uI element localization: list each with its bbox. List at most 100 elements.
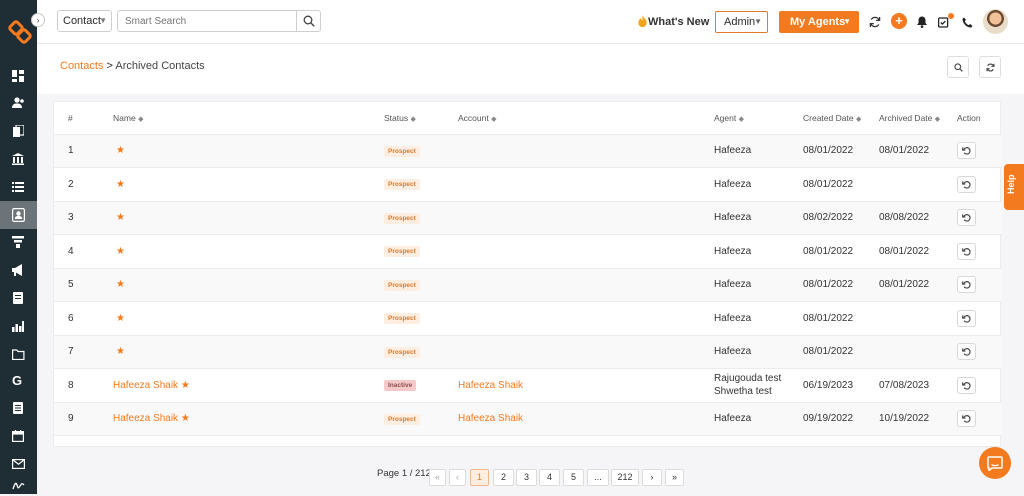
star-icon[interactable]: ★ [116,246,125,257]
contacts-icon[interactable] [0,201,37,229]
restore-button[interactable] [957,175,976,193]
star-icon[interactable]: ★ [116,279,125,290]
status-badge: Inactive [384,380,417,392]
restore-button[interactable] [957,142,976,160]
action-cell [957,167,1002,202]
last-page-button[interactable]: » [665,469,684,486]
restore-button[interactable] [957,276,976,294]
column-header-agent[interactable]: Agent ◆ [714,102,803,135]
search-button[interactable] [296,10,321,32]
module-select[interactable]: Contact ▼ [57,10,112,32]
breadcrumb: Contacts > Archived Contacts [60,60,205,72]
sort-icon: ◆ [855,115,862,123]
mail-icon[interactable] [8,454,28,474]
account-link[interactable]: Hafeeza Shaik [458,380,523,391]
action-cell [957,134,1002,168]
action-cell [957,368,1002,403]
chat-button[interactable] [979,447,1011,479]
star-icon[interactable]: ★ [116,179,125,190]
account-link[interactable]: Hafeeza Shaik [458,413,523,424]
table-search-button[interactable] [947,56,969,78]
restore-button[interactable] [957,376,976,394]
google-icon[interactable]: G [8,370,28,390]
agent-cell: Hafeeza [714,402,803,436]
column-header-created-date[interactable]: Created Date ◆ [803,102,879,135]
restore-button[interactable] [957,343,976,361]
undo-icon [962,180,971,189]
funnel-icon[interactable] [8,232,28,252]
restore-button[interactable] [957,209,976,227]
page-button-1[interactable]: 1 [470,469,489,486]
name-cell: ★ [113,301,384,336]
account-cell [458,301,714,336]
user-avatar[interactable] [983,9,1008,34]
notebook-icon[interactable] [8,288,28,308]
page-button-3[interactable]: 3 [516,469,537,486]
reports-icon[interactable] [8,316,28,336]
star-icon[interactable]: ★ [116,313,125,324]
bank-icon[interactable] [8,149,28,169]
column-header-account[interactable]: Account ◆ [458,102,714,135]
phone-icon[interactable] [959,14,975,30]
app-logo[interactable] [8,20,32,44]
documents-icon[interactable] [8,121,28,141]
agent-name: Hafeeza [714,312,752,324]
page-button-2[interactable]: 2 [493,469,514,486]
refresh-icon [985,63,995,71]
undo-icon [962,381,971,390]
role-select[interactable]: Admin ▼ [715,11,768,33]
status-badge: Prospect [384,246,420,258]
page-button-5[interactable]: 5 [563,469,584,486]
folder-icon[interactable] [8,344,28,364]
column-header-name[interactable]: Name ◆ [113,102,384,135]
agent-cell: Hafeeza [714,234,803,269]
page-button-4[interactable]: 4 [539,469,560,486]
whats-new-link[interactable]: What's New [637,15,709,28]
created-date: 06/19/2023 [803,368,879,403]
breadcrumb-contacts-link[interactable]: Contacts [60,60,103,72]
sync-icon[interactable] [867,14,883,30]
column-header-status[interactable]: Status ◆ [384,102,458,135]
dashboard-icon[interactable] [8,66,28,86]
account-cell [458,201,714,235]
star-icon[interactable]: ★ [116,212,125,223]
archived-date [879,167,957,202]
undo-icon [962,314,971,323]
contact-name-link[interactable]: Hafeeza Shaik [113,380,178,391]
star-icon[interactable]: ★ [181,413,190,424]
help-tab[interactable]: Help [1004,164,1024,210]
column-header-archived-date[interactable]: Archived Date ◆ [879,102,957,135]
forms-icon[interactable] [8,398,28,418]
page-button-212[interactable]: 212 [611,469,639,486]
created-date: 08/01/2022 [803,335,879,369]
row-number: 1 [54,134,113,168]
star-icon[interactable]: ★ [181,380,190,391]
add-icon[interactable]: + [891,13,907,29]
contact-name-link[interactable]: Hafeeza Shaik [113,413,178,424]
users-icon[interactable] [8,93,28,113]
bell-icon[interactable] [914,14,930,30]
list-icon[interactable] [8,177,28,197]
top-bar: Contact▼ What's New Admin▼ My Agents▼ + [37,0,1024,44]
restore-button[interactable] [957,410,976,428]
search-input[interactable] [117,10,297,32]
star-icon[interactable]: ★ [116,145,125,156]
agent-cell: Hafeeza [714,301,803,336]
row-number: 5 [54,268,113,302]
table-row: 9 Hafeeza Shaik ★ Prospect Hafeeza Shaik Haf… [54,402,1002,436]
first-page-button[interactable]: « [429,469,446,486]
next-page-button[interactable]: › [642,469,662,486]
restore-button[interactable] [957,309,976,327]
prev-page-button[interactable]: ‹ [449,469,466,486]
calendar-icon[interactable] [8,426,28,446]
breadcrumb-current: Archived Contacts [115,60,205,72]
my-agents-button[interactable]: My Agents ▼ [779,11,859,33]
star-icon[interactable]: ★ [116,346,125,357]
row-number: 2 [54,167,113,202]
restore-button[interactable] [957,242,976,260]
refresh-button[interactable] [979,56,1001,78]
signature-icon[interactable] [8,476,28,496]
megaphone-icon[interactable] [8,260,28,280]
name-cell: ★ [113,268,384,302]
sidebar-toggle-button[interactable]: › [31,13,45,27]
